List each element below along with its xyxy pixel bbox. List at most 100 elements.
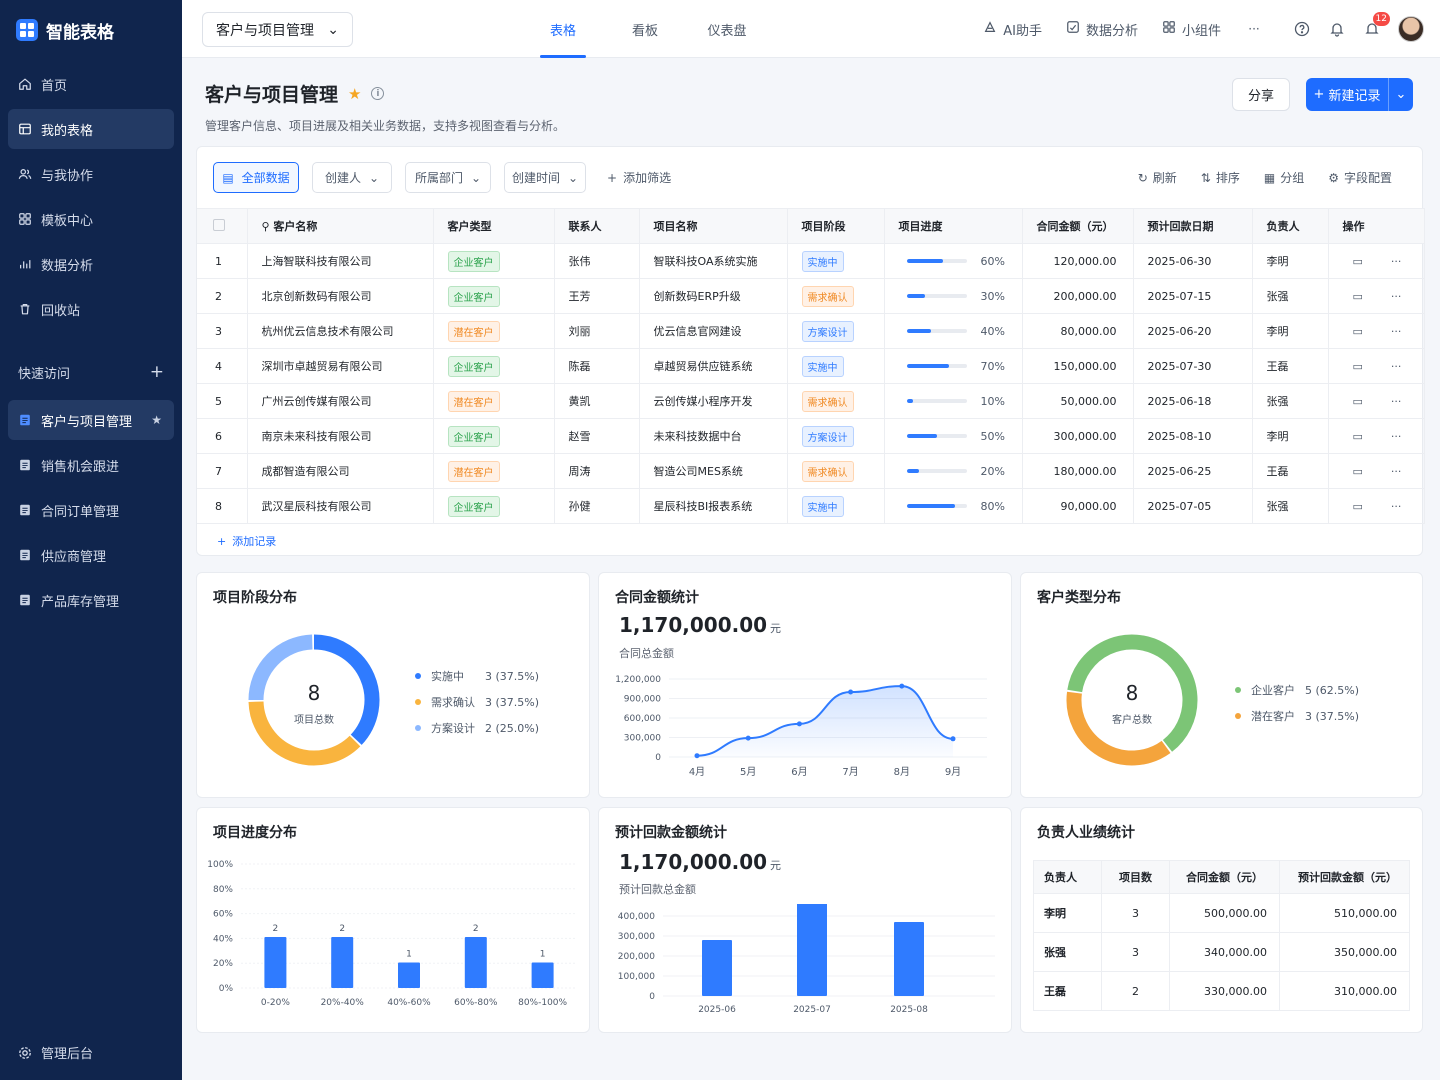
customer-name-cell[interactable]: 广州云创传媒有限公司: [247, 383, 434, 419]
date-cell[interactable]: 2025-06-20: [1133, 313, 1253, 349]
filter-department[interactable]: 所属部门 ⌄: [405, 162, 491, 193]
comment-icon[interactable]: ▭: [1353, 395, 1363, 408]
column-header[interactable]: 联系人: [554, 208, 640, 244]
view-tab[interactable]: 表格: [522, 0, 604, 58]
sidebar-item-home[interactable]: 首页: [8, 64, 174, 104]
column-header[interactable]: 项目名称: [639, 208, 788, 244]
owner-cell[interactable]: 王磊: [1252, 453, 1329, 489]
comment-icon[interactable]: ▭: [1353, 500, 1363, 513]
column-header[interactable]: 负责人: [1252, 208, 1329, 244]
user-avatar[interactable]: [1398, 16, 1424, 42]
contact-cell[interactable]: 赵雪: [554, 418, 640, 454]
table-row[interactable]: 2 北京创新数码有限公司 企业客户 王芳 创新数码ERP升级 需求确认 30% 200,000…: [197, 278, 1425, 314]
quick-item[interactable]: 销售机会跟进: [8, 445, 174, 485]
view-tab[interactable]: 仪表盘: [686, 0, 768, 58]
customer-name-cell[interactable]: 深圳市卓越贸易有限公司: [247, 348, 434, 384]
customer-name-cell[interactable]: 上海智联科技有限公司: [247, 243, 434, 279]
owner-cell[interactable]: 王磊: [1252, 348, 1329, 384]
sidebar-item-users[interactable]: 与我协作: [8, 154, 174, 194]
donut-slice[interactable]: [248, 701, 361, 766]
customer-name-cell[interactable]: 武汉星辰科技有限公司: [247, 488, 434, 524]
contact-cell[interactable]: 孙健: [554, 488, 640, 524]
project-name-cell[interactable]: 智造公司MES系统: [639, 453, 788, 489]
progress-cell[interactable]: 60%: [884, 243, 1023, 279]
admin-link[interactable]: 管理后台: [18, 1043, 93, 1062]
project-name-cell[interactable]: 云创传媒小程序开发: [639, 383, 788, 419]
customer-type-cell[interactable]: 企业客户: [433, 348, 555, 384]
progress-cell[interactable]: 10%: [884, 383, 1023, 419]
sidebar-item-bar-chart[interactable]: 数据分析: [8, 244, 174, 284]
refresh-button[interactable]: ↻ 刷新: [1138, 169, 1177, 186]
owner-cell[interactable]: 张强: [1252, 383, 1329, 419]
amount-cell[interactable]: 300,000.00: [1022, 418, 1134, 454]
customer-name-cell[interactable]: 南京未来科技有限公司: [247, 418, 434, 454]
bar[interactable]: [531, 962, 554, 989]
column-header[interactable]: 预计回款日期: [1133, 208, 1253, 244]
favorite-star-icon[interactable]: ★: [348, 85, 361, 103]
more-icon[interactable]: ···: [1391, 255, 1402, 268]
owner-cell[interactable]: 李明: [1252, 243, 1329, 279]
column-header[interactable]: 项目进度: [884, 208, 1023, 244]
more-icon[interactable]: ···: [1391, 290, 1402, 303]
quick-item[interactable]: 产品库存管理: [8, 580, 174, 620]
share-button[interactable]: 分享: [1232, 78, 1290, 111]
customer-name-cell[interactable]: 成都智造有限公司: [247, 453, 434, 489]
donut-slice[interactable]: [248, 634, 313, 701]
filter-creator[interactable]: 创建人 ⌄: [312, 162, 392, 193]
table-row[interactable]: 8 武汉星辰科技有限公司 企业客户 孙健 星辰科技BI报表系统 实施中 80% 90,000.…: [197, 488, 1425, 524]
new-record-dropdown-icon[interactable]: ⌄: [1389, 87, 1413, 102]
bar[interactable]: [464, 937, 487, 988]
add-filter-button[interactable]: + 添加筛选: [607, 169, 671, 186]
contact-cell[interactable]: 黄凯: [554, 383, 640, 419]
progress-cell[interactable]: 30%: [884, 278, 1023, 314]
data-analysis-button[interactable]: 数据分析: [1066, 20, 1138, 39]
amount-cell[interactable]: 50,000.00: [1022, 383, 1134, 419]
add-quick-access-icon[interactable]: +: [150, 362, 164, 382]
bell-icon[interactable]: [1328, 20, 1346, 38]
comment-icon[interactable]: ▭: [1353, 430, 1363, 443]
customer-name-cell[interactable]: 杭州优云信息技术有限公司: [247, 313, 434, 349]
field-config-button[interactable]: ⚙ 字段配置: [1328, 169, 1392, 186]
group-button[interactable]: ▦ 分组: [1264, 169, 1304, 186]
date-cell[interactable]: 2025-06-30: [1133, 243, 1253, 279]
filter-all-data[interactable]: ▤ 全部数据: [213, 162, 299, 193]
sort-button[interactable]: ⇅ 排序: [1201, 169, 1240, 186]
amount-cell[interactable]: 80,000.00: [1022, 313, 1134, 349]
column-header[interactable]: 合同金额（元）: [1022, 208, 1134, 244]
comment-icon[interactable]: ▭: [1353, 465, 1363, 478]
more-icon[interactable]: ···: [1391, 500, 1402, 513]
bar[interactable]: [398, 962, 420, 989]
new-record-button[interactable]: + 新建记录 ⌄: [1306, 78, 1413, 111]
project-stage-cell[interactable]: 需求确认: [787, 278, 885, 314]
more-icon[interactable]: ···: [1391, 325, 1402, 338]
table-row[interactable]: 5 广州云创传媒有限公司 潜在客户 黄凯 云创传媒小程序开发 需求确认 10% 50,000.…: [197, 383, 1425, 419]
table-row[interactable]: 4 深圳市卓越贸易有限公司 企业客户 陈磊 卓越贸易供应链系统 实施中 70% 150,000…: [197, 348, 1425, 384]
contact-cell[interactable]: 张伟: [554, 243, 640, 279]
table-row[interactable]: 7 成都智造有限公司 潜在客户 周涛 智造公司MES系统 需求确认 20% 180,000.0…: [197, 453, 1425, 489]
quick-item[interactable]: 供应商管理: [8, 535, 174, 575]
contact-cell[interactable]: 陈磊: [554, 348, 640, 384]
data-point[interactable]: [796, 721, 802, 727]
comment-icon[interactable]: ▭: [1353, 360, 1363, 373]
customer-type-cell[interactable]: 企业客户: [433, 488, 555, 524]
contact-cell[interactable]: 刘丽: [554, 313, 640, 349]
sidebar-item-table[interactable]: 我的表格: [8, 109, 174, 149]
date-cell[interactable]: 2025-06-25: [1133, 453, 1253, 489]
amount-cell[interactable]: 180,000.00: [1022, 453, 1134, 489]
project-stage-cell[interactable]: 需求确认: [787, 383, 885, 419]
quick-item[interactable]: 合同订单管理: [8, 490, 174, 530]
date-cell[interactable]: 2025-06-18: [1133, 383, 1253, 419]
amount-cell[interactable]: 200,000.00: [1022, 278, 1134, 314]
progress-cell[interactable]: 80%: [884, 488, 1023, 524]
column-header[interactable]: 客户类型: [433, 208, 555, 244]
comment-icon[interactable]: ▭: [1353, 325, 1363, 338]
column-header[interactable]: ⚲ 客户名称: [247, 208, 434, 244]
owner-cell[interactable]: 张强: [1252, 488, 1329, 524]
owner-cell[interactable]: 李明: [1252, 313, 1329, 349]
more-icon[interactable]: ···: [1391, 395, 1402, 408]
date-cell[interactable]: 2025-08-10: [1133, 418, 1253, 454]
progress-cell[interactable]: 50%: [884, 418, 1023, 454]
more-icon[interactable]: ···: [1391, 465, 1402, 478]
contact-cell[interactable]: 周涛: [554, 453, 640, 489]
customer-name-cell[interactable]: 北京创新数码有限公司: [247, 278, 434, 314]
